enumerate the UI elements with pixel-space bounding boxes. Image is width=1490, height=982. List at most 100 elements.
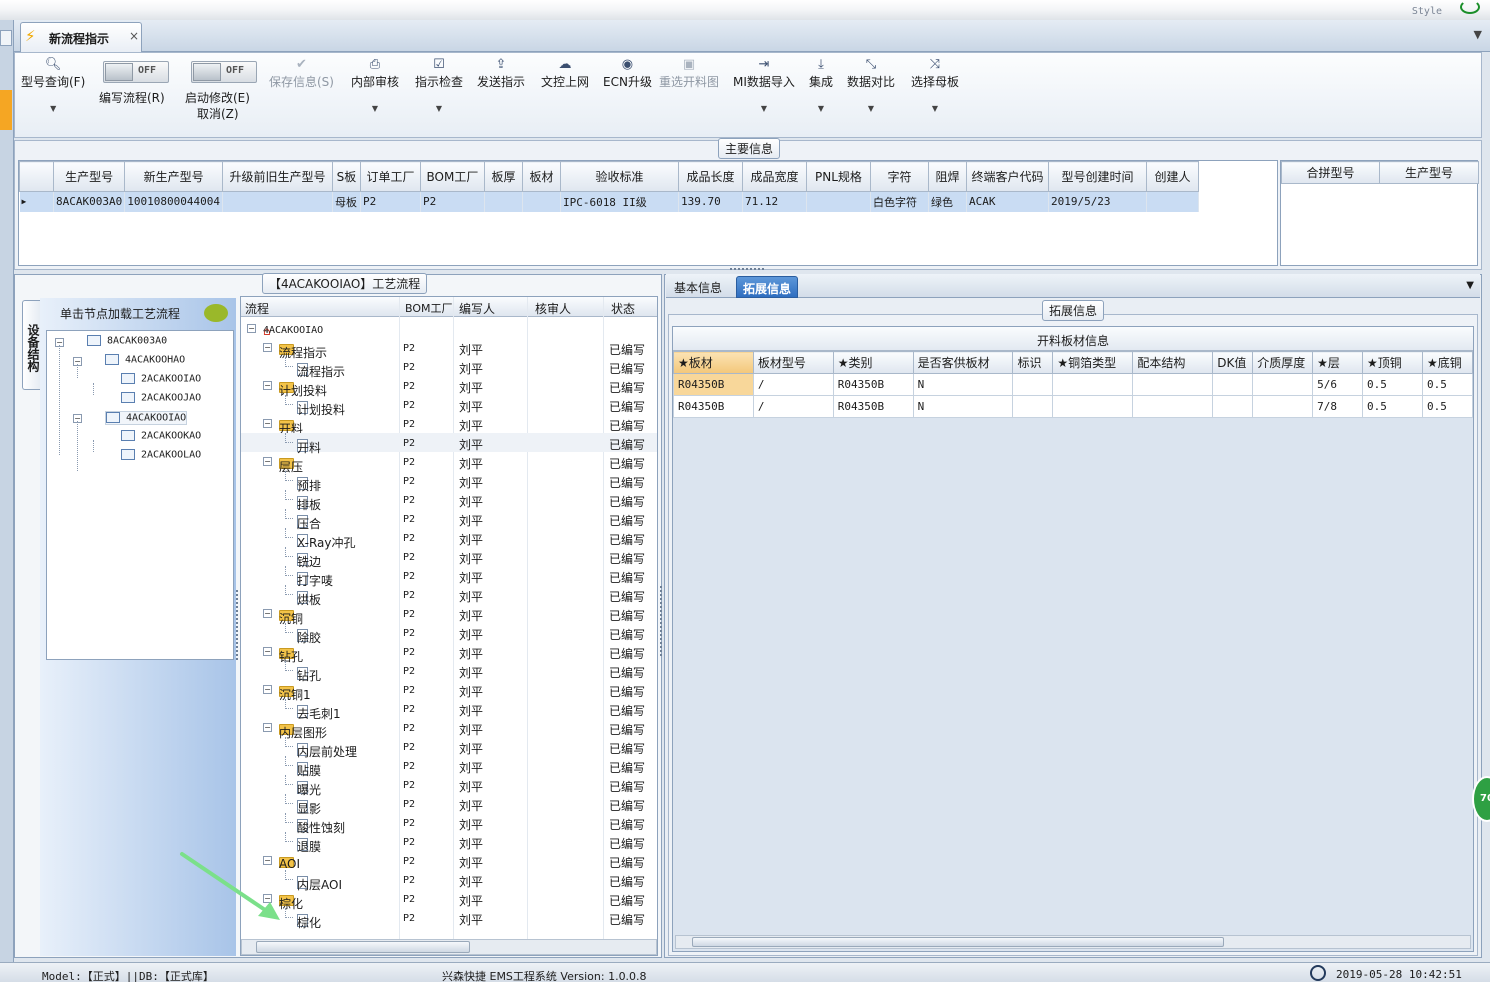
flow-row[interactable]: 压合 P2 刘平 已编写 <box>241 509 657 531</box>
send-button[interactable]: ⇪ 发送指示 <box>477 57 525 90</box>
col-header-production-model[interactable]: 生产型号 <box>1379 161 1479 184</box>
dock-highlight[interactable] <box>0 90 12 130</box>
horizontal-scrollbar[interactable] <box>241 939 657 955</box>
col-header[interactable]: ★板材 <box>673 351 754 374</box>
table-cell[interactable]: 0.5 <box>1421 395 1474 418</box>
tab-extended-info[interactable]: 拓展信息 <box>736 276 799 298</box>
splitter-handle[interactable] <box>730 268 764 272</box>
flow-root-row[interactable]: − ⌂ 4ACAKOOIAO <box>241 319 657 338</box>
col-header-writer[interactable]: 编写人 <box>459 300 495 317</box>
table-cell[interactable]: N <box>912 395 1014 418</box>
col-header[interactable]: BOM工厂 <box>419 161 485 192</box>
table-cell[interactable]: P2 <box>360 191 421 212</box>
flow-row[interactable]: 打字唛 P2 刘平 已编写 <box>241 566 657 588</box>
table-cell[interactable] <box>1252 373 1314 396</box>
col-header-status[interactable]: 状态 <box>611 300 635 317</box>
table-cell[interactable]: / <box>752 373 834 396</box>
flow-row[interactable]: − 沉铜 P2 刘平 已编写 <box>241 604 657 626</box>
flow-row[interactable]: 排板 P2 刘平 已编写 <box>241 490 657 512</box>
structure-tree-node[interactable]: 4ACAKOOHAO <box>105 354 185 366</box>
query-button[interactable]: 🔍︎ 型号查询(F) ▼ <box>21 57 85 113</box>
table-cell[interactable]: 71.12 <box>742 191 807 212</box>
structure-tree-node[interactable]: 4ACAKOOIAO <box>105 411 188 425</box>
col-header[interactable]: ★层 <box>1312 351 1364 374</box>
collapse-toggle[interactable]: − <box>263 419 272 428</box>
table-cell[interactable]: R04350B <box>673 395 754 418</box>
structure-tree-node[interactable]: 2ACAKOOIAO <box>121 373 201 385</box>
flow-row[interactable]: − 计划投料 P2 刘平 已编写 <box>241 376 657 398</box>
col-header-reviewer[interactable]: 核审人 <box>535 300 571 317</box>
tab-basic-info[interactable]: 基本信息 <box>668 276 728 298</box>
dropdown-arrow-icon[interactable]: ▼ <box>21 104 85 113</box>
collapse-toggle[interactable]: − <box>263 381 272 390</box>
chevron-down-icon[interactable]: ▼ <box>1474 28 1482 41</box>
col-header[interactable]: 字符 <box>869 161 929 192</box>
ecn-upgrade-button[interactable]: ◉ ECN升级 <box>603 57 652 90</box>
table-cell[interactable] <box>1212 395 1254 418</box>
col-header[interactable]: 配本结构 <box>1132 351 1214 374</box>
flow-row[interactable]: − 棕化 P2 刘平 已编写 <box>241 889 657 911</box>
horizontal-scrollbar[interactable] <box>675 935 1471 949</box>
chevron-down-icon[interactable]: ▼ <box>1466 280 1474 291</box>
col-header[interactable]: ★铜箔类型 <box>1052 351 1134 374</box>
comment-icon[interactable] <box>204 304 228 322</box>
flow-row[interactable]: 内层AOI P2 刘平 已编写 <box>241 870 657 892</box>
structure-tree-node[interactable]: 2ACAKOOKAO <box>121 430 201 442</box>
col-header[interactable]: 板材型号 <box>752 351 834 374</box>
col-header[interactable]: 板厚 <box>483 161 523 192</box>
col-header[interactable]: 升级前旧生产型号 <box>221 161 333 192</box>
col-header-flow[interactable]: 流程 <box>245 300 269 317</box>
flow-row[interactable]: 去毛刺1 P2 刘平 已编写 <box>241 699 657 721</box>
flow-row[interactable]: 贴膜 P2 刘平 已编写 <box>241 756 657 778</box>
table-cell[interactable]: 10010800044004 <box>124 191 223 212</box>
table-cell[interactable]: ACAK <box>966 191 1049 212</box>
col-header[interactable]: ★顶铜 <box>1362 351 1423 374</box>
table-cell[interactable] <box>1052 373 1134 396</box>
reselect-cut-button[interactable]: ▣ 重选开料图 <box>659 57 719 90</box>
col-header[interactable]: ★底铜 <box>1421 351 1474 374</box>
dropdown-arrow-icon[interactable]: ▼ <box>847 104 895 113</box>
table-cell[interactable]: 母板 <box>332 191 361 212</box>
col-header[interactable]: 标识 <box>1012 351 1054 374</box>
flow-row[interactable]: − 开料 P2 刘平 已编写 <box>241 414 657 436</box>
upload-web-button[interactable]: ☁ 文控上网 <box>541 57 589 90</box>
flow-row[interactable]: − 流程指示 P2 刘平 已编写 <box>241 338 657 360</box>
col-header-merge-model[interactable]: 合拼型号 <box>1281 161 1380 184</box>
flow-row[interactable]: − 层压 P2 刘平 已编写 <box>241 452 657 474</box>
dropdown-arrow-icon[interactable]: ▼ <box>809 104 833 113</box>
dropdown-arrow-icon[interactable]: ▼ <box>911 104 959 113</box>
integrate-button[interactable]: ⤓ 集成 ▼ <box>809 57 833 113</box>
collapse-toggle[interactable]: − <box>247 324 256 333</box>
structure-tree-node[interactable]: 2ACAKOOLAO <box>121 449 201 461</box>
col-header[interactable]: 阻焊 <box>927 161 967 192</box>
flow-row[interactable]: 流程指示 P2 刘平 已编写 <box>241 357 657 379</box>
col-header[interactable]: PNL规格 <box>805 161 871 192</box>
compare-button[interactable]: ⤡ 数据对比 ▼ <box>847 57 895 113</box>
scrollbar-thumb[interactable] <box>256 941 470 953</box>
style-label[interactable]: Style <box>1412 6 1442 17</box>
table-cell[interactable] <box>1132 395 1214 418</box>
start-modify-toggle[interactable]: OFF <box>191 61 257 83</box>
table-cell[interactable]: IPC-6018 II级 <box>560 191 679 212</box>
collapse-toggle[interactable]: − <box>263 609 272 618</box>
table-cell[interactable]: R04350B <box>832 373 914 396</box>
col-header[interactable]: ★类别 <box>832 351 914 374</box>
table-cell[interactable]: 绿色 <box>928 191 967 212</box>
tab-new-flow-instruction[interactable]: ⚡ 新流程指示 × <box>20 22 142 52</box>
col-header[interactable]: 介质厚度 <box>1252 351 1314 374</box>
flow-row[interactable]: − 钻孔 P2 刘平 已编写 <box>241 642 657 664</box>
flow-row[interactable]: − AOI P2 刘平 已编写 <box>241 851 657 871</box>
flow-row[interactable]: 铣边 P2 刘平 已编写 <box>241 547 657 569</box>
col-header[interactable]: 是否客供板材 <box>912 351 1014 374</box>
flow-row[interactable]: 计划投料 P2 刘平 已编写 <box>241 395 657 417</box>
table-cell[interactable]: 2019/5/23 <box>1048 191 1147 212</box>
table-cell[interactable]: R04350B <box>832 395 914 418</box>
check-button[interactable]: ☑ 指示检查 ▼ <box>415 57 463 113</box>
table-cell[interactable]: 139.70 <box>678 191 743 212</box>
flow-row[interactable]: 曝光 P2 刘平 已编写 <box>241 775 657 797</box>
splitter-handle[interactable] <box>660 586 664 656</box>
flow-row[interactable]: 开料 P2 刘平 已编写 <box>241 433 657 455</box>
dropdown-arrow-icon[interactable]: ▼ <box>415 104 463 113</box>
col-header[interactable]: 成品宽度 <box>741 161 807 192</box>
table-cell[interactable]: 0.5 <box>1362 373 1423 396</box>
